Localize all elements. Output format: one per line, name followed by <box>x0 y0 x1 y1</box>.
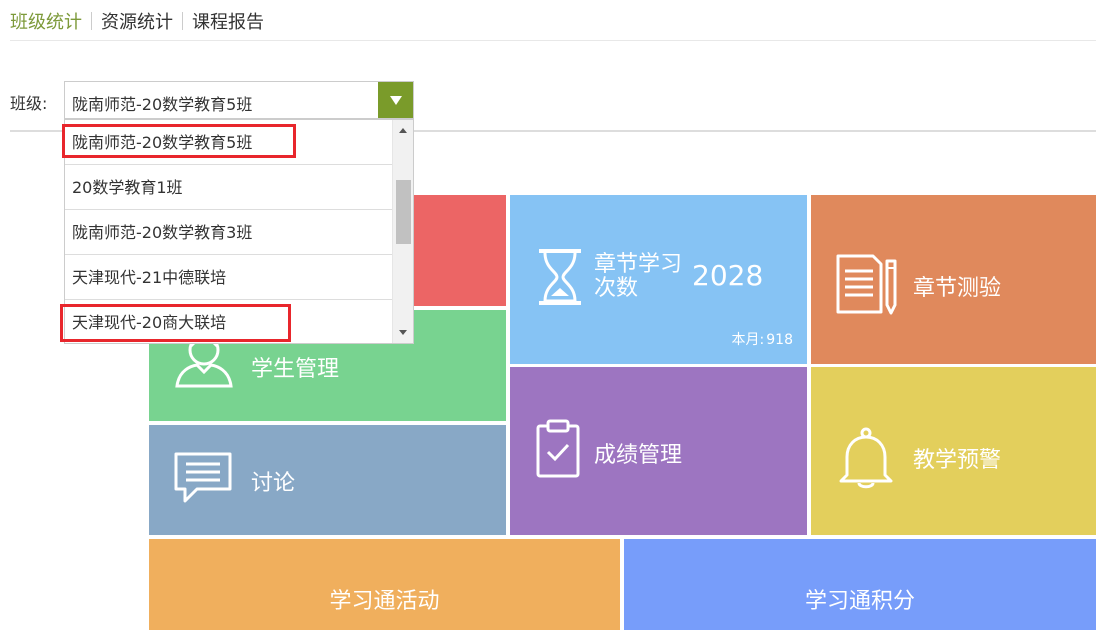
tile-chapter-study[interactable]: 章节学习 次数 2028 本月: 918 <box>510 195 807 364</box>
xxt-activity-title: 学习通活动 <box>329 589 440 614</box>
grade-management-title: 成绩管理 <box>594 443 683 468</box>
dropdown-toggle-button[interactable] <box>378 82 413 118</box>
tab-divider <box>91 12 92 30</box>
hourglass-icon <box>539 249 581 305</box>
chapter-study-title: 章节学习 次数 <box>594 252 683 301</box>
dropdown-option[interactable]: 20数学教育1班 <box>65 165 392 210</box>
teaching-warning-title: 教学预警 <box>913 448 1002 473</box>
tile-teaching-warning[interactable]: 教学预警 <box>811 367 1096 535</box>
scroll-up-icon[interactable] <box>399 128 407 133</box>
tile-discussion[interactable]: 讨论 <box>149 425 506 535</box>
dropdown-option[interactable]: 天津现代-21中德联培 <box>65 255 392 300</box>
quiz-icon <box>836 254 897 315</box>
tile-chapter-quiz[interactable]: 章节测验 <box>811 195 1096 364</box>
chapter-quiz-title: 章节测验 <box>913 276 1002 301</box>
tile-xxt-activity[interactable]: 学习通活动 <box>149 539 620 630</box>
scroll-down-icon[interactable] <box>399 330 407 335</box>
class-dropdown-list[interactable]: 陇南师范-20数学教育5班 20数学教育1班 陇南师范-20数学教育3班 天津现… <box>64 119 414 344</box>
xxt-points-title: 学习通积分 <box>804 589 915 614</box>
tab-divider <box>182 12 183 30</box>
scrollbar-thumb[interactable] <box>396 180 411 244</box>
tab-course-report[interactable]: 课程报告 <box>192 8 264 34</box>
header-divider <box>10 40 1096 41</box>
dropdown-option[interactable]: 天津现代-20商大联培 <box>65 300 392 343</box>
bell-icon <box>839 427 893 489</box>
class-label: 班级: <box>10 94 48 113</box>
tab-resource-stats[interactable]: 资源统计 <box>101 8 173 34</box>
dropdown-option[interactable]: 陇南师范-20数学教育5班 <box>65 120 392 165</box>
chapter-study-month: 本月: 918 <box>731 332 793 348</box>
tile-grade-management[interactable]: 成绩管理 <box>510 367 807 535</box>
dropdown-scrollbar[interactable] <box>392 120 413 343</box>
chevron-down-icon <box>389 95 402 105</box>
tab-class-stats[interactable]: 班级统计 <box>10 8 82 34</box>
discussion-title: 讨论 <box>251 471 296 496</box>
student-management-title: 学生管理 <box>251 357 340 382</box>
chapter-study-count: 2028 <box>692 259 764 292</box>
class-select[interactable]: 陇南师范-20数学教育5班 <box>64 81 414 119</box>
top-tabs: 班级统计 资源统计 课程报告 <box>10 8 264 34</box>
dropdown-option[interactable]: 陇南师范-20数学教育3班 <box>65 210 392 255</box>
chat-icon <box>174 452 232 503</box>
class-select-value: 陇南师范-20数学教育5班 <box>72 95 253 114</box>
tile-xxt-points[interactable]: 学习通积分 <box>624 539 1096 630</box>
clipboard-icon <box>536 419 580 478</box>
